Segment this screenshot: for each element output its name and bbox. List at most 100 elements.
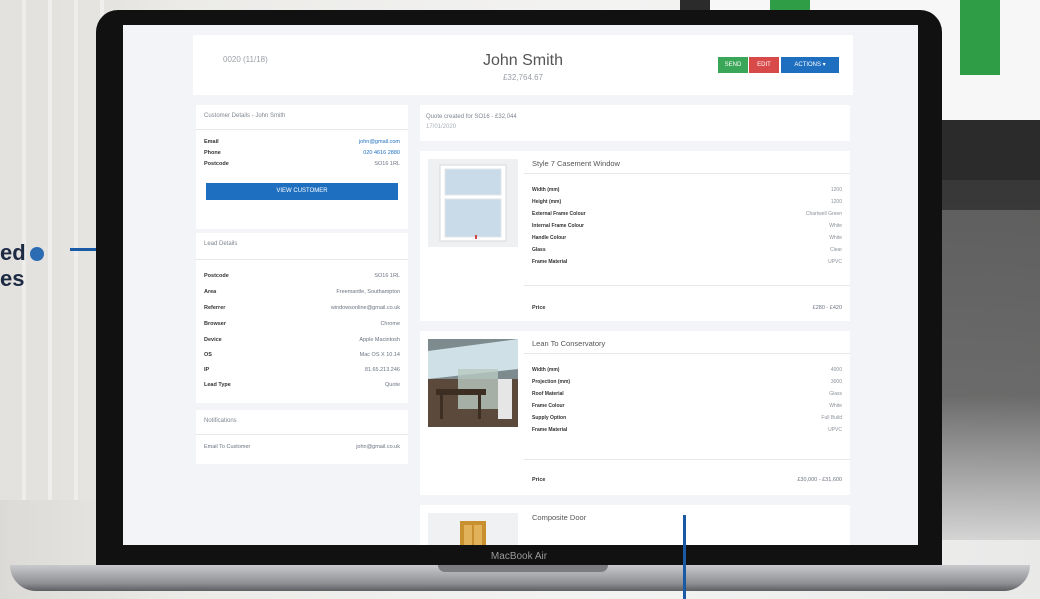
edit-button[interactable]: EDIT [749,57,779,73]
detail-value: Mac OS X 10.14 [359,352,400,358]
detail-key: Postcode [204,273,229,279]
spec-key: Width (mm) [532,367,560,373]
send-button[interactable]: SEND [718,57,748,73]
detail-key: Phone [204,150,221,156]
callout-text: ed es [0,240,44,292]
spec-key: Frame Material [532,259,568,265]
spec-value: 1200 [830,187,842,193]
product-title: Lean To Conservatory [532,339,606,348]
detail-key: Email [204,139,219,145]
price-label: Price [532,477,546,483]
email-link[interactable]: john@gmail.com [359,139,400,145]
spec-key: Internal Frame Colour [532,223,584,229]
spec-key: Frame Material [532,427,568,433]
detail-key: Referrer [204,305,226,311]
price-value: £30,000 - £31,600 [797,477,842,483]
callout-line-2: es [0,266,25,291]
spec-key: Height (mm) [532,199,562,205]
detail-key: Area [204,289,217,295]
actions-button[interactable]: ACTIONS ▾ [781,57,839,73]
laptop-model-label: MacBook Air [490,551,548,562]
spec-key: Handle Colour [532,235,567,241]
callout-connector-vertical [683,515,686,599]
laptop-notch [438,565,608,572]
detail-row: Referrer windowsonline@gmail.co.uk [204,305,400,315]
divider [196,259,408,260]
detail-key: Device [204,337,222,343]
spec-value: 4000 [830,367,842,373]
detail-value: Quote [385,382,400,388]
conservatory-image [428,339,518,427]
product-card: Composite Door [420,505,850,545]
divider [524,459,850,460]
detail-row: Postcode SO16 1RL [204,161,400,171]
spec-row: Roof Material Glass [532,391,842,401]
detail-row: Phone 020 4616 2880 [204,150,400,160]
detail-row: Area Freemantle, Southampton [204,289,400,299]
spec-row: Frame Colour White [532,403,842,413]
spec-value: 1200 [830,199,842,205]
card-title: Lead Details [204,241,238,247]
detail-row: Email To Customer john@gmail.co.uk [204,444,400,454]
door-image [428,513,518,545]
spec-value: Glass [829,391,842,397]
divider [524,353,850,354]
spec-value: Chartwell Green [805,211,842,217]
spec-key: External Frame Colour [532,211,586,217]
customer-details-card: Customer Details - John Smith Email john… [196,105,408,229]
spec-value: White [829,403,842,409]
phone-link[interactable]: 020 4616 2880 [363,150,400,156]
detail-value: Chrome [380,321,400,327]
detail-value: Freemantle, Southampton [336,289,400,295]
quote-total: £32,764.67 [502,73,544,82]
spec-key: Roof Material [532,391,564,397]
detail-value: Apple Macintosh [359,337,400,343]
spec-key: Frame Colour [532,403,565,409]
detail-key: IP [204,367,210,373]
callout-line-1: ed [0,240,26,265]
detail-key: Lead Type [204,382,231,388]
divider [524,285,850,286]
price-value: £280 - £420 [812,305,842,311]
detail-key: Email To Customer [204,444,251,450]
detail-row: Lead Type Quote [204,382,400,392]
detail-row: Browser Chrome [204,321,400,331]
spec-row: Width (mm) 4000 [532,367,842,377]
background-chart-bar [960,0,1000,75]
detail-row: OS Mac OS X 10.14 [204,352,400,362]
detail-row: Email john@gmail.com [204,139,400,149]
quote-summary: Quote created for SO16 - £32,044 17/01/2… [420,105,850,141]
product-card: Style 7 Casement Window Width (mm) 1200 H… [420,151,850,321]
spec-key: Supply Option [532,415,567,421]
spec-row: Frame Material UPVC [532,259,842,269]
detail-value: SO16 1RL [374,273,400,279]
detail-row: IP 81.65.213.246 [204,367,400,377]
spec-value: UPVC [828,427,842,433]
detail-value: 81.65.213.246 [364,367,400,373]
spec-key: Width (mm) [532,187,560,193]
spec-row: Projection (mm) 3000 [532,379,842,389]
spec-row: Supply Option Full Build [532,415,842,425]
spec-row: Width (mm) 1200 [532,187,842,197]
detail-key: Postcode [204,161,229,167]
view-customer-button[interactable]: VIEW CUSTOMER [206,183,398,200]
detail-key: OS [204,352,212,358]
spec-value: Clear [830,247,842,253]
globe-icon [29,247,44,262]
detail-row: Postcode SO16 1RL [204,273,400,283]
quote-header: 0020 (11/18) John Smith £32,764.67 SEND … [193,35,853,95]
spec-row: Glass Clear [532,247,842,257]
product-card: Lean To Conservatory Width (mm) 4000 Proj… [420,331,850,495]
summary-date: 17/01/2020 [426,124,457,130]
detail-value: SO16 1RL [374,161,400,167]
divider [196,129,408,130]
detail-value: windowsonline@gmail.co.uk [330,305,400,311]
spec-value: 3000 [830,379,842,385]
spec-row: Frame Material UPVC [532,427,842,437]
price-label: Price [532,305,546,311]
summary-title: Quote created for SO16 - £32,044 [426,114,517,120]
card-title: Customer Details - John Smith [204,113,286,119]
spec-row: Internal Frame Colour White [532,223,842,233]
divider [196,434,408,435]
spec-row: Handle Colour White [532,235,842,245]
